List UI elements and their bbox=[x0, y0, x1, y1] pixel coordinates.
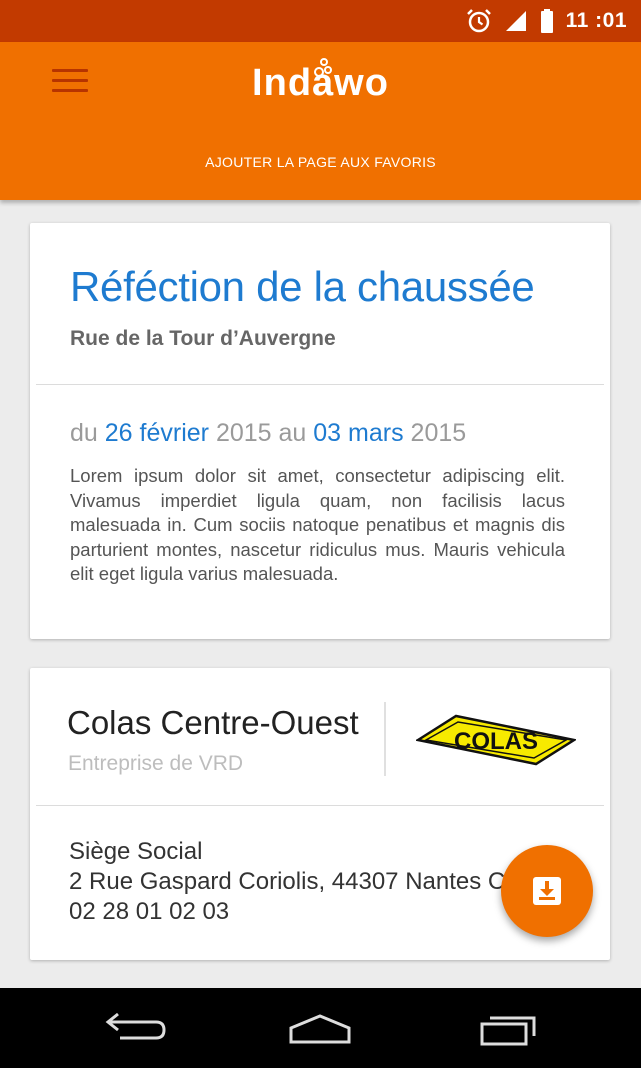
logo-bubbles-icon bbox=[314, 58, 332, 77]
download-box-icon bbox=[533, 877, 561, 905]
navigation-bar bbox=[0, 988, 641, 1068]
company-phone: 02 28 01 02 03 bbox=[69, 898, 230, 925]
event-dates: du 26 février 2015 au 03 mars 2015 bbox=[70, 419, 466, 448]
address-title: Siège Social bbox=[69, 838, 203, 865]
signal-icon bbox=[505, 11, 526, 31]
event-description: Lorem ipsum dolor sit amet, consectetur … bbox=[70, 465, 565, 584]
dates-to-date: 03 mars bbox=[313, 419, 404, 447]
company-type: Entreprise de VRD bbox=[68, 752, 244, 775]
status-time: 11 :01 bbox=[565, 9, 627, 32]
colas-logo: COLAS bbox=[416, 714, 576, 766]
back-button[interactable] bbox=[98, 1006, 168, 1050]
add-to-favorites-link[interactable]: AJOUTER LA PAGE AUX FAVORIS bbox=[0, 154, 641, 170]
alarm-icon bbox=[466, 9, 491, 33]
company-address: 2 Rue Gaspard Coriolis, 44307 Nantes C bbox=[69, 868, 506, 895]
dates-to-word: au bbox=[278, 419, 307, 447]
battery-icon bbox=[540, 9, 553, 33]
dates-to-year: 2015 bbox=[410, 419, 467, 447]
colas-logo-text: COLAS bbox=[454, 728, 538, 755]
event-street: Rue de la Tour d’Auvergne bbox=[70, 327, 336, 350]
event-title: Réféction de la chaussée bbox=[70, 263, 535, 310]
status-bar: 11 :01 bbox=[0, 0, 641, 42]
dates-from-word: du bbox=[70, 419, 98, 447]
vertical-divider bbox=[384, 702, 386, 776]
home-icon bbox=[289, 1014, 351, 1044]
back-icon bbox=[105, 1012, 166, 1040]
dates-from-year: 2015 bbox=[215, 419, 272, 447]
recents-button[interactable] bbox=[474, 1006, 544, 1050]
home-button[interactable] bbox=[285, 1006, 355, 1050]
download-fab-button[interactable] bbox=[501, 845, 593, 937]
recents-icon bbox=[480, 1016, 536, 1046]
dates-from-date: 26 février bbox=[104, 419, 209, 447]
app-bar: Indawo AJOUTER LA PAGE AUX FAVORIS bbox=[0, 42, 641, 200]
divider bbox=[36, 805, 604, 806]
event-card: Réféction de la chaussée Rue de la Tour … bbox=[30, 223, 610, 639]
divider bbox=[36, 384, 604, 385]
company-name: Colas Centre-Ouest bbox=[67, 704, 359, 741]
status-icons: 11 :01 bbox=[466, 0, 627, 42]
